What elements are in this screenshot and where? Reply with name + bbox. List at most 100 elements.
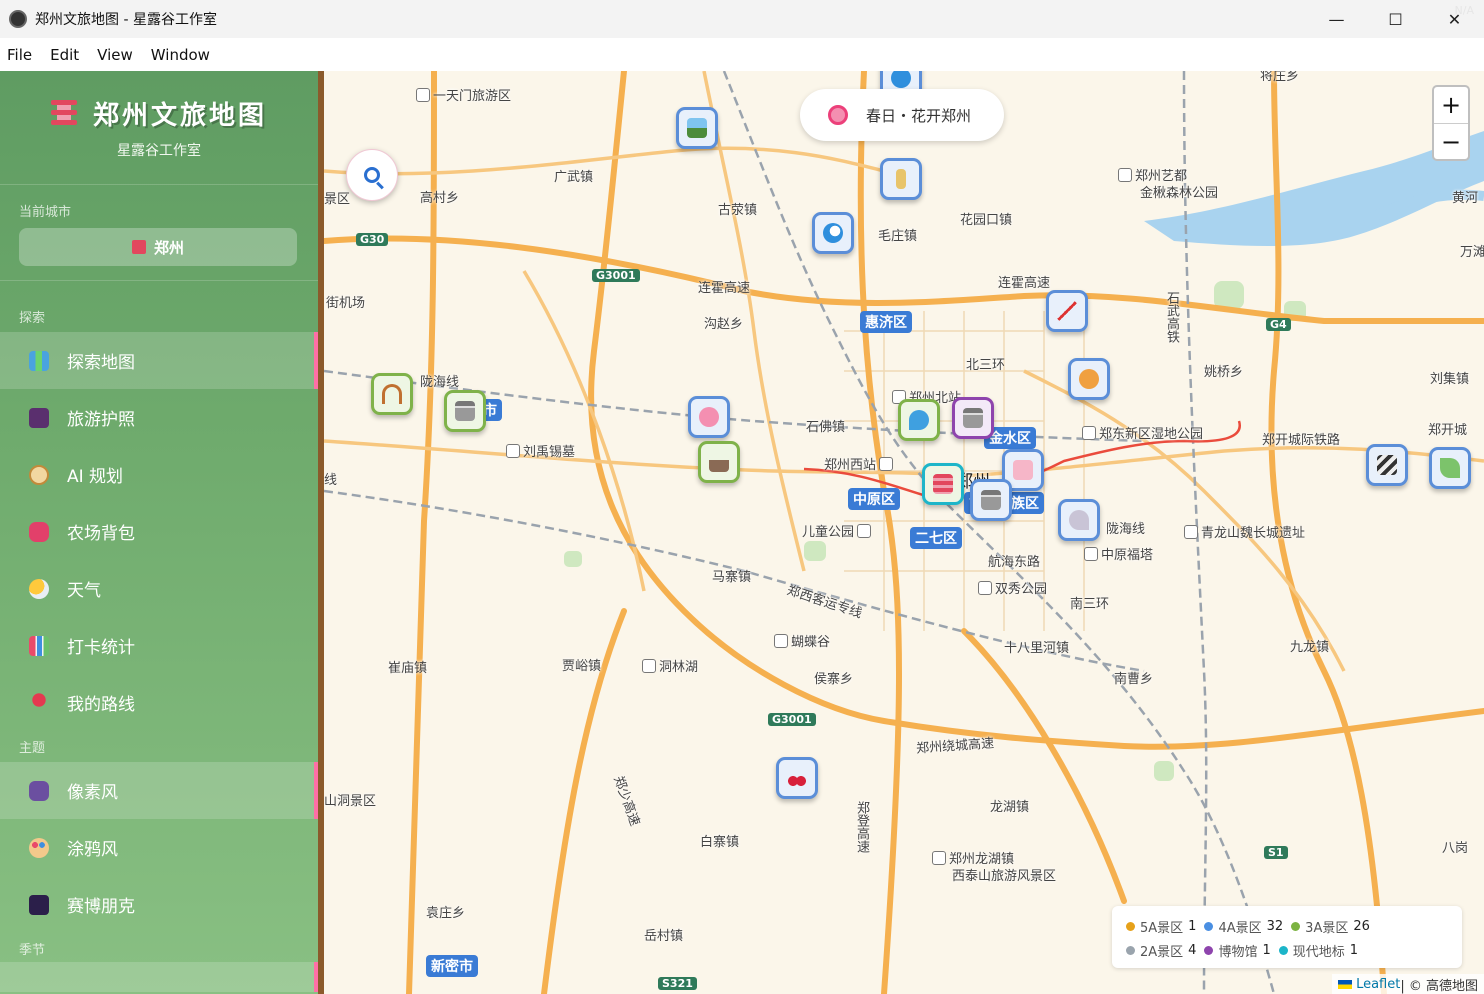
season-text: 春日・花开郑州 (866, 106, 972, 125)
place-label: 景区 (324, 192, 351, 207)
legend-item-landmark[interactable]: 现代地标 1 (1278, 941, 1358, 960)
district-label: 二七区 (910, 527, 962, 549)
maximize-button[interactable]: ☐ (1366, 0, 1425, 38)
marker-scenic-spot[interactable] (1068, 358, 1110, 400)
nav-passport[interactable]: 旅游护照 (0, 389, 318, 446)
divider (0, 280, 318, 281)
place-label: 连霍高速 (998, 276, 1051, 291)
minimize-button[interactable]: — (1307, 0, 1366, 38)
ferris-wheel-icon (1079, 369, 1099, 389)
marker-scenic-spot[interactable] (698, 441, 740, 483)
marker-scenic-spot[interactable] (880, 158, 922, 200)
marker-scenic-spot[interactable] (812, 212, 854, 254)
marker-scenic-spot[interactable] (444, 390, 486, 432)
backpack-icon (29, 521, 49, 542)
passport-icon (29, 407, 49, 428)
legend-item-3a[interactable]: 3A景区 26 (1291, 917, 1370, 936)
road-shield: S1 (1264, 846, 1288, 859)
marker-scenic-spot[interactable] (898, 399, 940, 441)
place-label: 崔庙镇 (388, 661, 428, 676)
satellite-dish-icon (1069, 510, 1089, 530)
map-search-button[interactable] (346, 149, 398, 201)
nav-my-routes[interactable]: 我的路线 (0, 674, 318, 731)
attribution-text: | © 高德地图 (1400, 978, 1478, 994)
cherry-blossom-icon (828, 105, 848, 125)
marker-scenic-spot[interactable] (776, 757, 818, 799)
map-view[interactable]: 一天门旅游区 广武镇 高村乡 古荥镇 毛庄镇 花园口镇 郑州艺都 金楸森林公园 … (324, 71, 1484, 994)
place-label: 西泰山旅游风景区 (952, 869, 1057, 884)
place-label: 郑登高速 (854, 801, 869, 853)
nav-farm-backpack[interactable]: 农场背包 (0, 503, 318, 560)
theme-nav: 像素风 涂鸦风 赛博朋克 (0, 762, 318, 933)
theme-doodle[interactable]: 涂鸦风 (0, 819, 318, 876)
menu-edit[interactable]: Edit (49, 44, 80, 66)
legend-dot (1126, 921, 1135, 931)
place-label: 街机场 (326, 296, 366, 311)
leaflet-link[interactable]: Leaflet (1356, 977, 1400, 992)
brand-title: 郑州文旅地图 (92, 101, 267, 131)
place-label: 广武镇 (554, 170, 594, 185)
zoom-in-button[interactable]: + (1434, 87, 1468, 123)
zoom-out-button[interactable]: − (1434, 123, 1468, 159)
pagoda-icon (131, 240, 146, 254)
marker-scenic-spot[interactable] (676, 107, 718, 149)
close-button[interactable]: ✕ (1425, 0, 1484, 38)
place-label: 金楸森林公园 (1140, 186, 1219, 201)
menu-view[interactable]: View (96, 44, 134, 66)
theme-cyberpunk[interactable]: 赛博朋克 (0, 876, 318, 933)
place-label: 黄河 (1452, 191, 1479, 206)
castle-icon (1013, 460, 1033, 480)
nav-explore-map[interactable]: 探索地图 (0, 332, 318, 389)
legend-item-museum[interactable]: 博物馆 1 (1204, 941, 1271, 960)
marker-scenic-spot[interactable] (1429, 447, 1471, 489)
place-label: 山洞景区 (324, 794, 377, 809)
road-shield: G30 (356, 233, 389, 246)
clapper-board-icon (1377, 455, 1397, 475)
poi-icon (857, 524, 872, 538)
marker-scenic-spot[interactable] (688, 396, 730, 438)
marker-scenic-spot[interactable] (922, 463, 964, 505)
nav-label: 打卡统计 (67, 638, 135, 658)
cherry-blossom-icon (699, 407, 719, 427)
place-label: 一天门旅游区 (416, 85, 511, 104)
place-label: 岳村镇 (644, 929, 684, 944)
menu-file[interactable]: File (6, 44, 33, 66)
place-label: 郑东新区湿地公园 (1082, 423, 1203, 442)
map-legend: 5A景区 1 4A景区 32 3A景区 26 2A景区 4 博物馆 1 现代地标 1 (1112, 906, 1462, 968)
menu-window[interactable]: Window (150, 44, 211, 66)
poi-icon (879, 457, 894, 471)
app-logo-icon (9, 10, 27, 28)
season-item-partial[interactable] (0, 962, 318, 992)
place-label: 白寨镇 (700, 835, 740, 850)
nav-label: 旅游护照 (67, 410, 135, 430)
nav-weather[interactable]: 天气 (0, 560, 318, 617)
marker-scenic-spot[interactable] (1046, 290, 1088, 332)
place-label: 南曹乡 (1114, 672, 1154, 687)
city-select-button[interactable]: 郑州 (19, 228, 297, 266)
roller-coaster-icon (1057, 301, 1077, 321)
place-label: 万滩 (1460, 245, 1484, 260)
menu-bar: File Edit View Window (0, 38, 1484, 71)
museum-icon (981, 490, 1001, 510)
marker-scenic-spot[interactable] (371, 373, 413, 415)
poi-icon (1084, 547, 1098, 561)
window-titlebar: 郑州文旅地图 - 星露谷工作室 N/A — ☐ ✕ (0, 0, 1484, 38)
place-label: 毛庄镇 (878, 229, 918, 244)
nav-ai-plan[interactable]: AI 规划 (0, 446, 318, 503)
place-label: 石武高铁 (1164, 291, 1179, 343)
theme-pixel[interactable]: 像素风 (0, 762, 318, 819)
nav-label: 涂鸦风 (67, 840, 118, 860)
legend-item-2a[interactable]: 2A景区 4 (1126, 941, 1196, 960)
marker-museum[interactable] (952, 397, 994, 439)
legend-item-5a[interactable]: 5A景区 1 (1126, 917, 1196, 936)
legend-row: 5A景区 1 4A景区 32 3A景区 26 (1126, 914, 1448, 938)
marker-scenic-spot[interactable] (970, 479, 1012, 521)
weather-icon (29, 578, 49, 599)
season-badge[interactable]: 春日・花开郑州 (800, 89, 1004, 141)
legend-item-4a[interactable]: 4A景区 32 (1204, 917, 1283, 936)
place-label: 袁庄乡 (426, 906, 466, 921)
place-label: 陇海线 (420, 375, 460, 390)
marker-scenic-spot[interactable] (1366, 444, 1408, 486)
nav-checkin-stats[interactable]: 打卡统计 (0, 617, 318, 674)
marker-scenic-spot[interactable] (1058, 499, 1100, 541)
